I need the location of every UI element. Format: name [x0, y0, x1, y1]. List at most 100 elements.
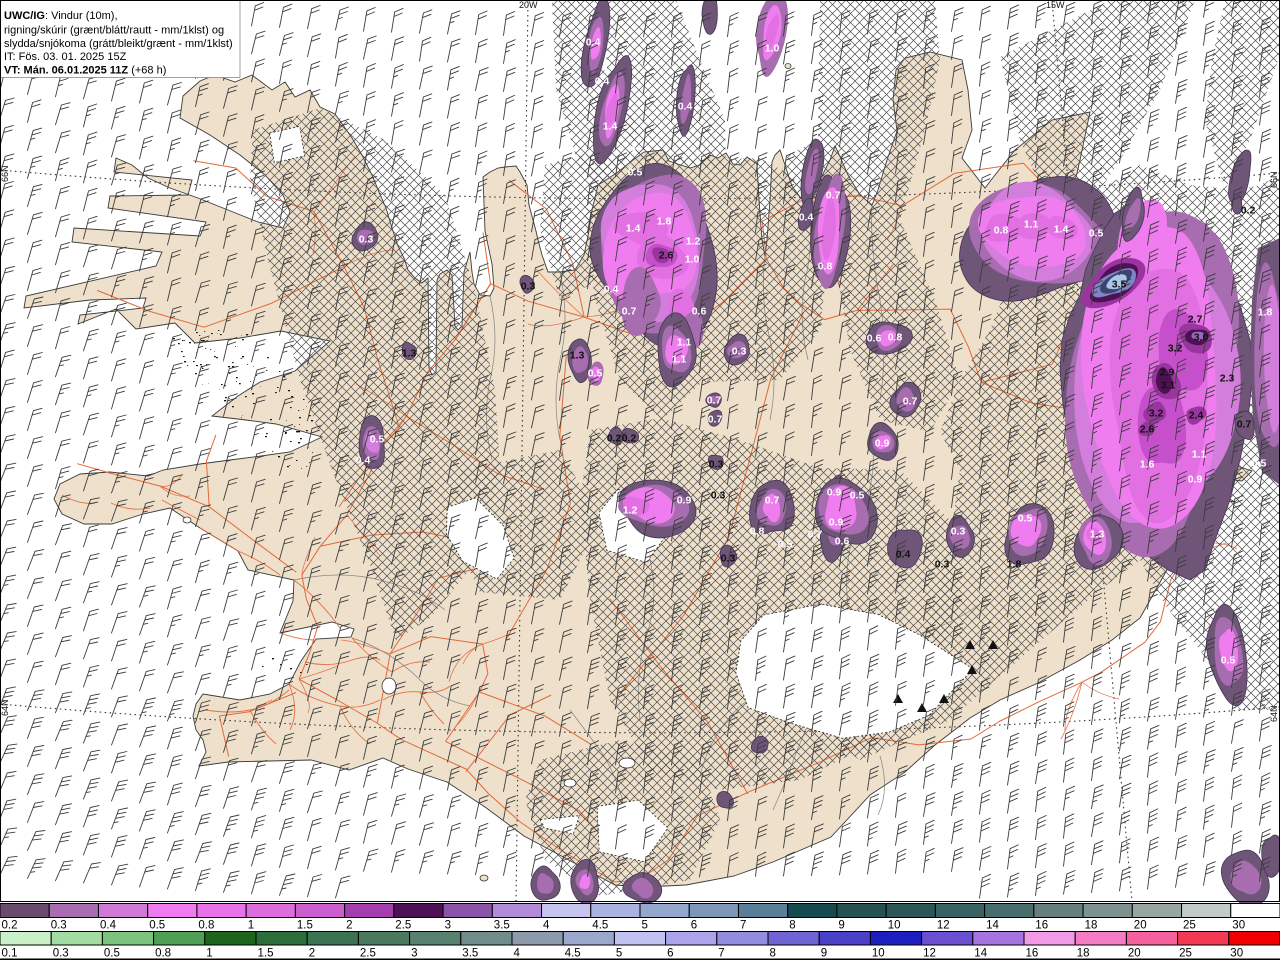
svg-text:1.0: 1.0 [765, 43, 780, 55]
svg-text:0.6: 0.6 [867, 333, 882, 345]
svg-text:5: 5 [642, 920, 648, 932]
svg-text:1.3: 1.3 [1090, 529, 1105, 541]
svg-text:0.4: 0.4 [100, 920, 117, 932]
svg-text:8: 8 [770, 948, 776, 960]
svg-text:0.2: 0.2 [2, 920, 18, 932]
svg-text:4.5: 4.5 [565, 948, 581, 960]
svg-text:0.8: 0.8 [155, 948, 171, 960]
svg-text:3.0: 3.0 [1194, 332, 1209, 344]
svg-text:3: 3 [445, 920, 451, 932]
svg-text:0.5: 0.5 [1252, 458, 1267, 470]
svg-text:0.3: 0.3 [709, 459, 724, 471]
svg-text:0.8: 0.8 [994, 225, 1009, 237]
svg-text:0.8: 0.8 [198, 920, 214, 932]
svg-text:16: 16 [1035, 920, 1048, 932]
svg-text:0.9: 0.9 [829, 517, 844, 529]
svg-text:7: 7 [718, 948, 724, 960]
svg-text:8: 8 [789, 920, 795, 932]
svg-text:0.6: 0.6 [835, 536, 850, 548]
svg-text:1.8: 1.8 [657, 216, 672, 228]
svg-text:0.5: 0.5 [104, 948, 120, 960]
svg-text:2.9: 2.9 [1160, 367, 1175, 379]
svg-text:25: 25 [1183, 920, 1196, 932]
svg-text:0.5: 0.5 [588, 368, 603, 380]
svg-text:0.3: 0.3 [711, 490, 726, 502]
svg-text:2.5: 2.5 [360, 948, 376, 960]
svg-text:0.5: 0.5 [149, 920, 165, 932]
svg-text:3.5: 3.5 [462, 948, 478, 960]
svg-text:0.2: 0.2 [1241, 205, 1256, 217]
svg-text:0.5: 0.5 [1089, 228, 1104, 240]
svg-text:1.1: 1.1 [672, 354, 687, 366]
svg-text:10: 10 [872, 948, 885, 960]
svg-text:0.4: 0.4 [604, 284, 619, 296]
svg-text:3.5: 3.5 [1112, 279, 1127, 291]
svg-text:0.9: 0.9 [677, 495, 692, 507]
svg-text:0.9: 0.9 [1188, 474, 1203, 486]
svg-text:2.6: 2.6 [659, 250, 674, 262]
svg-text:1: 1 [206, 948, 212, 960]
svg-text:7: 7 [740, 920, 746, 932]
svg-text:0.4: 0.4 [799, 212, 814, 224]
svg-text:2.6: 2.6 [1140, 424, 1155, 436]
svg-text:0.5: 0.5 [1221, 655, 1236, 667]
svg-text:2.4: 2.4 [1189, 410, 1204, 422]
svg-text:1.3: 1.3 [402, 348, 417, 360]
svg-text:18: 18 [1085, 920, 1098, 932]
svg-text:1.2: 1.2 [686, 236, 701, 248]
svg-text:0.5: 0.5 [1018, 513, 1033, 525]
svg-text:0.3: 0.3 [53, 948, 69, 960]
svg-text:0.3: 0.3 [732, 346, 747, 358]
svg-text:18: 18 [1077, 948, 1090, 960]
svg-text:30: 30 [1230, 948, 1243, 960]
svg-text:9: 9 [821, 948, 827, 960]
svg-text:6: 6 [667, 948, 673, 960]
svg-text:20: 20 [1134, 920, 1147, 932]
svg-text:0.5: 0.5 [850, 490, 865, 502]
svg-text:0.7: 0.7 [903, 396, 918, 408]
svg-text:1.6: 1.6 [1140, 459, 1155, 471]
svg-text:2.5: 2.5 [395, 920, 411, 932]
svg-text:16: 16 [1026, 948, 1039, 960]
svg-text:2.7: 2.7 [1188, 314, 1203, 326]
svg-text:0.4: 0.4 [356, 455, 371, 467]
svg-text:9: 9 [838, 920, 844, 932]
svg-text:0.9: 0.9 [875, 438, 890, 450]
svg-text:0.4: 0.4 [678, 101, 693, 113]
svg-text:0.7: 0.7 [808, 529, 823, 541]
svg-text:0.5: 0.5 [778, 539, 793, 551]
svg-text:1.2: 1.2 [623, 505, 638, 517]
svg-text:0.7: 0.7 [1237, 419, 1252, 431]
svg-text:4: 4 [514, 948, 521, 960]
svg-text:0.6: 0.6 [692, 306, 707, 318]
svg-text:0.3: 0.3 [51, 920, 67, 932]
svg-text:0.7: 0.7 [707, 395, 722, 407]
svg-text:0.5: 0.5 [370, 434, 385, 446]
svg-text:1.8: 1.8 [1258, 307, 1273, 319]
svg-text:1.1: 1.1 [1192, 449, 1207, 461]
svg-text:0.2: 0.2 [607, 433, 622, 445]
svg-text:0.3: 0.3 [521, 281, 536, 293]
svg-text:1.1: 1.1 [1024, 219, 1039, 231]
svg-text:20W: 20W [519, 0, 538, 10]
svg-text:0.3: 0.3 [951, 526, 966, 538]
svg-text:2: 2 [346, 920, 352, 932]
svg-text:4.5: 4.5 [592, 920, 608, 932]
svg-text:0.7: 0.7 [622, 306, 637, 318]
svg-text:1.0: 1.0 [685, 254, 700, 266]
svg-text:0.7: 0.7 [765, 495, 780, 507]
svg-text:30: 30 [1232, 920, 1245, 932]
svg-text:4: 4 [543, 920, 550, 932]
svg-text:0.7: 0.7 [826, 190, 841, 202]
svg-text:3.2: 3.2 [1149, 408, 1164, 420]
svg-text:3.1: 3.1 [1161, 380, 1176, 392]
svg-text:6: 6 [691, 920, 697, 932]
svg-text:0.2: 0.2 [622, 433, 637, 445]
svg-text:0.3: 0.3 [935, 559, 950, 571]
svg-text:0.1: 0.1 [2, 948, 18, 960]
svg-text:1.3: 1.3 [570, 350, 585, 362]
svg-text:0.8: 0.8 [888, 332, 903, 344]
svg-text:2: 2 [309, 948, 315, 960]
svg-text:1.1: 1.1 [677, 337, 692, 349]
svg-text:0.4: 0.4 [595, 76, 610, 88]
